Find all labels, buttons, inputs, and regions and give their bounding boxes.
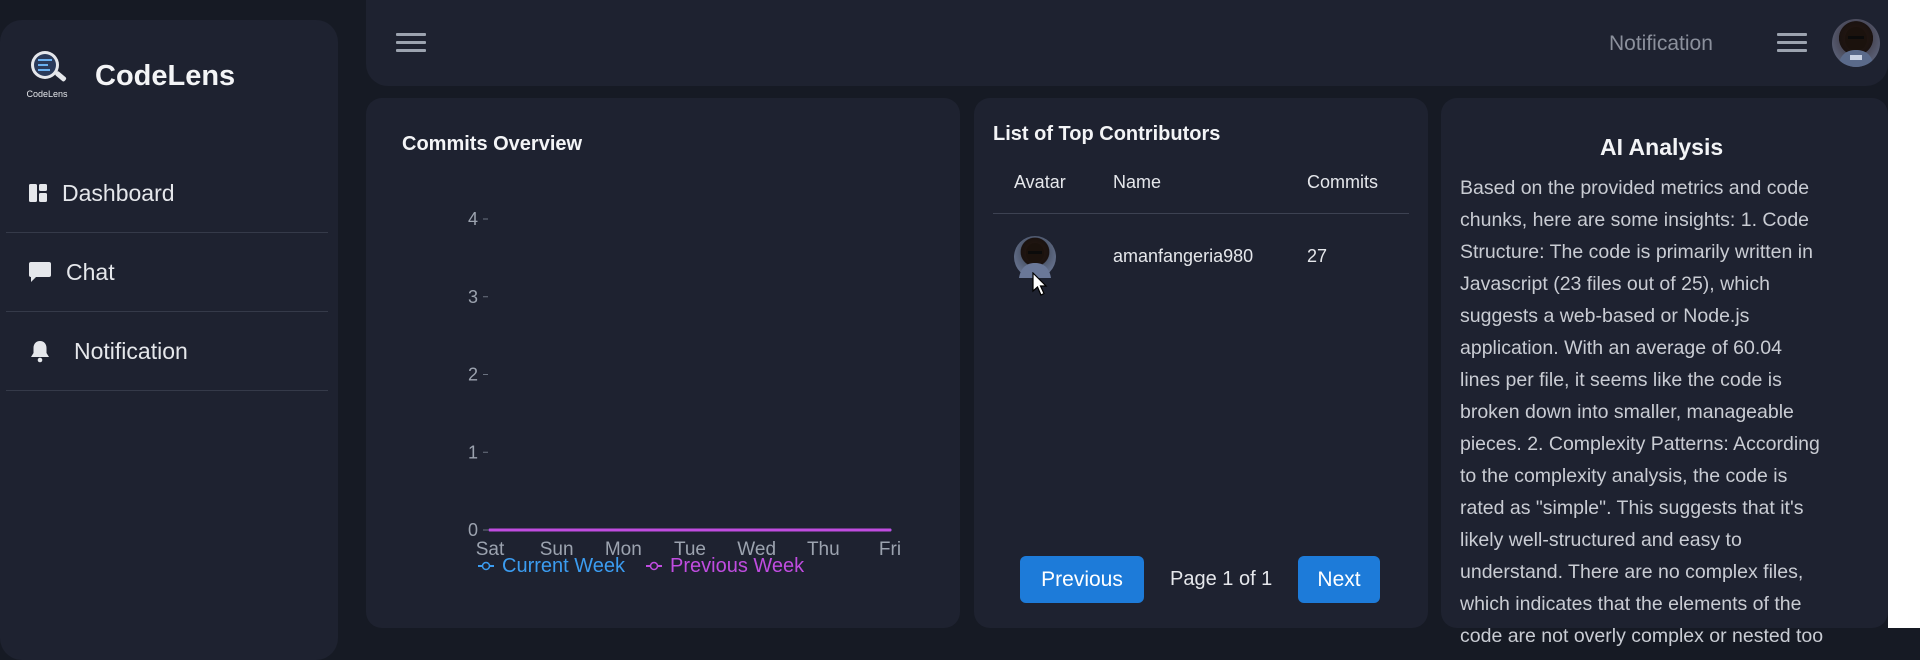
- y-tick-label: 4: [468, 209, 478, 229]
- ai-analysis-line: code are not overly complex or nested to…: [1460, 625, 1824, 647]
- y-tick-label: 1: [468, 442, 478, 462]
- data-point: [488, 528, 492, 532]
- commits-overview-title: Commits Overview: [402, 133, 583, 155]
- user-avatar[interactable]: [1832, 19, 1880, 67]
- hamburger-menu-icon[interactable]: [396, 33, 426, 55]
- top-notification-link[interactable]: Notification: [1609, 32, 1713, 56]
- y-tick-label: 0: [468, 520, 478, 540]
- legend-label: Current Week: [502, 555, 626, 577]
- next-page-button[interactable]: Next: [1298, 556, 1380, 603]
- table-divider: [993, 213, 1409, 214]
- sidebar-item-dashboard[interactable]: Dashboard: [6, 154, 328, 233]
- ai-analysis-title: AI Analysis: [1600, 134, 1724, 160]
- contributor-commits: 27: [1307, 246, 1328, 266]
- ai-analysis-line: rated as "simple". This suggests that it…: [1460, 497, 1804, 519]
- data-point: [888, 528, 892, 532]
- window-edge: [1888, 0, 1920, 628]
- user-avatar-icon: [1838, 27, 1874, 67]
- sidebar-item-chat[interactable]: Chat: [6, 233, 328, 312]
- previous-page-button[interactable]: Previous: [1020, 556, 1144, 603]
- legend-marker-dot: [649, 561, 659, 571]
- y-tick-label: 2: [468, 365, 478, 385]
- x-tick-label: Fri: [879, 539, 901, 560]
- column-header-commits: Commits: [1307, 172, 1378, 192]
- column-header-name: Name: [1113, 172, 1162, 192]
- ai-analysis-line: pieces. 2. Complexity Patterns: Accordin…: [1460, 433, 1820, 455]
- sidebar-item-label: Dashboard: [62, 179, 175, 206]
- logo-text: CodeLens: [26, 89, 68, 99]
- logo: CodeLens: [22, 47, 72, 101]
- data-point: [555, 528, 559, 532]
- secondary-menu-icon[interactable]: [1777, 33, 1807, 55]
- ai-analysis-line: suggests a web-based or Node.js: [1460, 305, 1750, 327]
- sidebar-item-label: Notification: [74, 337, 188, 364]
- ai-analysis-line: Structure: The code is primarily written…: [1460, 241, 1813, 263]
- ai-analysis-line: lines per file, it seems like the code i…: [1460, 369, 1782, 391]
- brand[interactable]: CodeLens: [22, 47, 72, 101]
- legend-marker-dot: [481, 561, 491, 571]
- ai-analysis-line: application. With an average of 60.04: [1460, 337, 1782, 359]
- commits-line-chart: 43210Sat Sun Mon Tue Wed Thu FriCurrent Week Pr…: [468, 209, 901, 577]
- data-point: [821, 528, 825, 532]
- data-point: [688, 528, 692, 532]
- ai-analysis-line: likely well-structured and easy to: [1460, 529, 1742, 551]
- column-header-avatar: Avatar: [1014, 172, 1066, 192]
- sidebar: CodeLens CodeLens Dashboard Chat Notific…: [0, 20, 338, 660]
- top-contributors-title: List of Top Contributors: [993, 123, 1221, 145]
- magnifier-logo-icon: [31, 51, 67, 82]
- y-tick-label: 3: [468, 287, 478, 307]
- ai-analysis-line: which indicates that the elements of the: [1460, 593, 1802, 615]
- legend-label: Previous Week: [670, 555, 805, 577]
- page-indicator: Page 1 of 1: [1170, 568, 1273, 590]
- bell-icon: [31, 341, 49, 363]
- dashboard-icon: [29, 184, 47, 202]
- sidebar-item-notification[interactable]: Notification: [6, 312, 328, 391]
- chat-icon: [29, 262, 51, 282]
- ai-analysis-line: Based on the provided metrics and code: [1460, 177, 1810, 199]
- mouse-cursor-icon: [1032, 272, 1048, 296]
- data-point: [621, 528, 625, 532]
- ai-analysis-line: to the complexity analysis, the code is: [1460, 465, 1788, 487]
- data-point: [755, 528, 759, 532]
- brand-name: CodeLens: [95, 60, 236, 92]
- x-tick-label: Sat: [476, 539, 505, 560]
- sidebar-item-label: Chat: [66, 258, 115, 285]
- ai-analysis-line: Javascript (23 files out of 25), which: [1460, 273, 1770, 295]
- ai-analysis-line: broken down into smaller, manageable: [1460, 401, 1794, 423]
- ai-analysis-line: chunks, here are some insights: 1. Code: [1460, 209, 1810, 231]
- x-tick-label: Thu: [807, 539, 840, 560]
- sidebar-nav: Dashboard Chat Notification: [6, 154, 328, 391]
- ai-analysis-text: Based on the provided metrics and code ch…: [1460, 172, 1876, 652]
- contributor-name: amanfangeria980: [1113, 246, 1254, 266]
- ai-analysis-line: understand. There are no complex files,: [1460, 561, 1804, 583]
